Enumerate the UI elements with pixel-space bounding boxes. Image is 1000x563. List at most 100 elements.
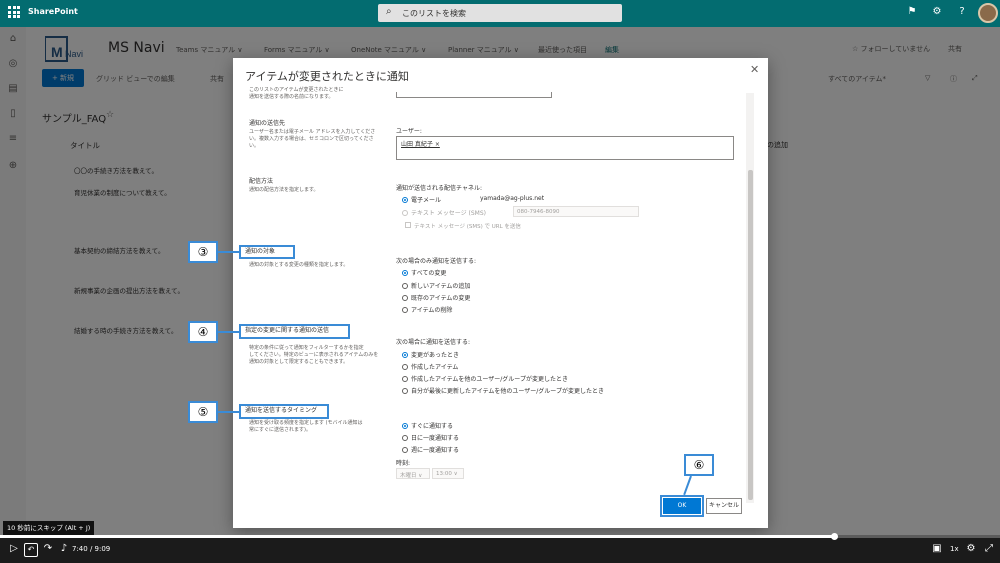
radio-created-by-me[interactable]: 作成したアイテム [402,362,458,371]
volume-icon[interactable]: ♪ [57,543,71,554]
highlight-ok [660,495,704,517]
radio-modified-items[interactable]: 既存のアイテムの変更 [402,293,470,302]
radio-label: 自分が最後に更新したアイテムを他のユーザー/グループが変更したとき [411,388,604,395]
section-desc-criteria: 特定の条件に従って通知をフィルターするかを指定 してください。特定のビューに表示… [249,345,379,366]
radio-new-items[interactable]: 新しいアイテムの追加 [402,281,470,290]
desc-line: 通知を受け取る頻度を指定します (モバイル通知は [249,420,363,426]
sms-number-input[interactable]: 080-7946-8090 [513,206,639,217]
users-label: ユーザー: [396,128,422,135]
fullscreen-icon[interactable]: ⤢ [982,543,996,554]
desc-line: 特定の条件に従って通知をフィルターするかを指定 [249,345,364,351]
radio-all-changes[interactable]: すべての変更 [402,268,446,277]
section-desc-delivery: 通知の配信方法を指定します。 [249,187,319,193]
day-select[interactable]: 木曜日 ∨ [396,468,430,479]
radio-label: 週に一度通知する [411,447,460,454]
radio-button[interactable] [402,209,408,216]
search-input[interactable]: ⌕ このリストを検索 [378,4,622,22]
section-title-recipients: 通知の送信先 [249,120,286,127]
radio-button[interactable] [402,363,408,370]
annotation-connector [218,251,239,253]
radio-label: 変更があったとき [411,352,460,359]
radio-label: すぐに通知する [411,423,454,430]
desc-line: ユーザー名または電子メール アドレスを入力してくださ [249,129,376,135]
scrollbar-thumb[interactable] [748,170,753,500]
skip-back-icon[interactable]: ↶ [24,543,38,557]
dialog-title: アイテムが変更されたときに通知 [245,70,409,83]
radio-label: 新しいアイテムの追加 [411,283,471,290]
desc-line: い。複数入力する場合は、セミコロンで区切ってくださ [249,136,374,142]
radio-button[interactable] [402,387,408,394]
radio-button[interactable] [402,282,408,289]
radio-weekly[interactable]: 週に一度通知する [402,445,459,454]
search-icon: ⌕ [386,6,392,17]
close-icon[interactable]: ✕ [750,63,759,76]
megaphone-icon[interactable]: ⚑ [905,6,919,20]
radio-label: 既存のアイテムの変更 [411,295,471,302]
radio-last-modified-changed-by-others[interactable]: 自分が最後に更新したアイテムを他のユーザー/グループが変更したとき [402,386,604,395]
skip-back-tooltip: 10 秒前にスキップ (Alt + J) [3,521,95,535]
sms-url-label: テキスト メッセージ (SMS) で URL を送信 [414,224,521,230]
radio-button[interactable] [402,434,408,441]
radio-any-change[interactable]: 変更があったとき [402,350,459,359]
radio-button[interactable] [402,446,408,453]
alert-title-input[interactable] [396,92,552,98]
radio-button[interactable] [402,351,408,358]
cancel-button[interactable]: キャンセル [706,498,742,514]
radio-label: アイテムの削除 [411,307,453,314]
radio-label: すべての変更 [411,270,447,277]
app-launcher-icon[interactable] [8,6,20,18]
app-name[interactable]: SharePoint [28,7,78,16]
radio-button[interactable] [402,196,408,203]
radio-button[interactable] [402,269,408,276]
annotation-connector [218,331,239,333]
gear-icon[interactable]: ⚙ [930,6,944,20]
user-chip[interactable]: 山田 真紀子 × [401,139,440,148]
section-desc-change-type: 通知の対象とする変更の種類を指定します。 [249,262,349,268]
annotation-number-4: ④ [188,321,218,343]
time-label: 時刻: [396,460,411,467]
playback-speed[interactable]: 1x [950,545,959,553]
radio-sms[interactable]: テキスト メッセージ (SMS) [402,208,486,217]
skip-forward-icon[interactable]: ↷ [41,543,55,554]
annotation-number-5: ⑤ [188,401,218,423]
video-progress-fill [0,535,835,538]
hour-select[interactable]: 13:00 ∨ [432,468,464,479]
criteria-label: 次の場合に通知を送信する: [396,339,471,346]
desc-line: 通知を送信する際の名前になります。 [249,94,334,100]
radio-immediately[interactable]: すぐに通知する [402,421,453,430]
radio-button[interactable] [402,375,408,382]
highlight-criteria: 指定の変更に関する通知の送信 [239,324,350,339]
radio-button[interactable] [402,306,408,313]
change-type-label: 次の場合のみ通知を送信する: [396,258,477,265]
video-time: 7:40 / 9:09 [72,545,111,553]
desc-line: このリストのアイテムが変更されたときに [249,87,344,93]
search-placeholder: このリストを検索 [402,9,466,18]
annotation-number-6: ⑥ [684,454,714,476]
desc-line: してください。特定のビューに表示されるアイテムのみを [249,352,379,358]
desc-line: 常にすぐに送信されます)。 [249,427,312,433]
desc-line: 通知の対象として限定することもできます。 [249,359,349,365]
radio-daily[interactable]: 日に一度通知する [402,433,459,442]
radio-button[interactable] [402,294,408,301]
settings-icon[interactable]: ⚙ [964,543,978,554]
captions-icon[interactable]: ▣ [930,543,944,554]
users-field[interactable] [396,136,734,160]
avatar[interactable] [978,3,998,23]
play-icon[interactable]: ▷ [7,543,21,554]
radio-deleted-items[interactable]: アイテムの削除 [402,305,452,314]
radio-label: 日に一度通知する [411,435,460,442]
delivery-label: 通知が送信される配信チャネル: [396,185,482,192]
video-progress-handle[interactable] [831,533,838,540]
radio-label: 作成したアイテム [411,364,459,371]
help-icon[interactable]: ? [955,6,969,20]
highlight-timing: 通知を送信するタイミング [239,404,329,419]
annotation-connector [218,411,239,413]
email-value: yamada@ag-plus.net [480,195,545,202]
radio-email[interactable]: 電子メール [402,195,441,204]
sms-url-checkbox[interactable] [405,222,411,228]
radio-created-changed-by-others[interactable]: 作成したアイテムを他のユーザー/グループが変更したとき [402,374,568,383]
highlight-change-type: 通知の対象 [239,245,295,259]
radio-button[interactable] [402,422,408,429]
radio-label: テキスト メッセージ (SMS) [411,210,486,217]
section-title-delivery: 配信方法 [249,178,274,185]
